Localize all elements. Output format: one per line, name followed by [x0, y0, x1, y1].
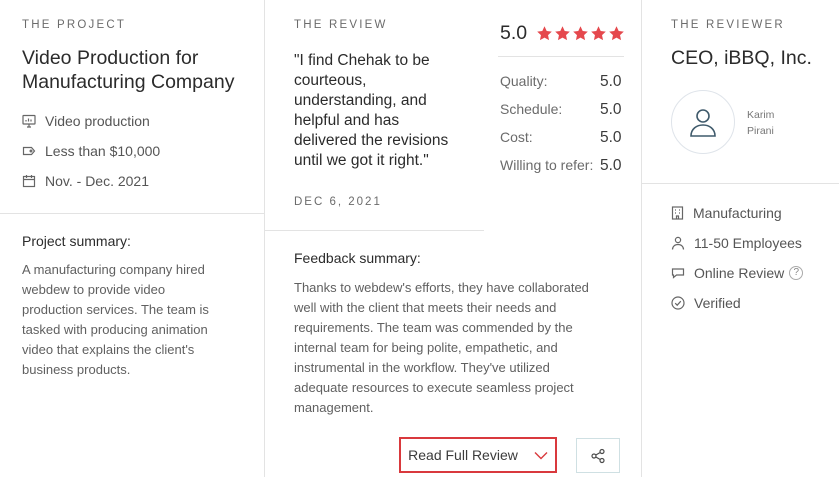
quote-line: helpful and has: [294, 112, 400, 129]
divider: [641, 0, 642, 477]
quote-line: "I find Chehak to be: [294, 52, 430, 69]
person-icon: [671, 236, 685, 250]
summary-line: video that explains the client's: [22, 342, 195, 357]
star-icon: [555, 26, 570, 41]
project-summary: A manufacturing company hired webdew to …: [22, 260, 257, 380]
reviewer-last-name: Pirani: [747, 125, 774, 137]
project-budget: Less than $10,000: [22, 143, 160, 159]
share-button[interactable]: [576, 438, 620, 473]
feedback-line: adequate resources to execute seamless p…: [294, 380, 574, 395]
score-value-cost: 5.0: [600, 129, 622, 146]
calendar-icon: [22, 175, 36, 188]
service-text: Video production: [45, 113, 150, 129]
avatar: [671, 90, 735, 154]
star-icon: [537, 26, 552, 41]
project-service: Video production: [22, 113, 150, 129]
project-summary-label: Project summary:: [22, 233, 131, 249]
score-value-schedule: 5.0: [600, 101, 622, 118]
quote-line: understanding, and: [294, 92, 427, 109]
reviewer-eyebrow: THE REVIEWER: [671, 19, 785, 31]
read-full-review-button[interactable]: Read Full Review: [399, 437, 557, 473]
score-label-quality: Quality:: [500, 73, 548, 89]
star-rating: [536, 25, 625, 42]
read-full-review-label: Read Full Review: [408, 447, 518, 463]
summary-line: tasked with producing animation: [22, 322, 208, 337]
feedback-summary: Thanks to webdew's efforts, they have co…: [294, 278, 634, 418]
monitor-icon: [22, 114, 36, 128]
project-title-line: Video Production for: [22, 47, 199, 69]
help-icon[interactable]: ?: [789, 266, 804, 280]
summary-line: A manufacturing company hired: [22, 262, 205, 277]
score-label-refer: Willing to refer:: [500, 157, 594, 173]
score-value-quality: 5.0: [600, 73, 622, 90]
reviewer-verified: Verified: [671, 295, 741, 311]
divider: [498, 56, 624, 57]
review-eyebrow: THE REVIEW: [294, 19, 388, 31]
feedback-line: internal team for being polite, empathet…: [294, 340, 558, 355]
employees-text: 11-50 Employees: [694, 235, 802, 251]
feedback-line: Thanks to webdew's efforts, they have co…: [294, 280, 589, 295]
star-icon: [609, 26, 624, 41]
chat-bubble-icon: [671, 268, 685, 279]
reviewer-review-type: Online Review ?: [671, 265, 804, 281]
reviewer-industry: Manufacturing: [671, 205, 782, 221]
project-title-line: Manufacturing Company: [22, 71, 235, 93]
share-icon: [591, 448, 605, 463]
divider: [641, 183, 839, 184]
industry-text: Manufacturing: [693, 205, 782, 221]
dates-text: Nov. - Dec. 2021: [45, 173, 150, 189]
star-icon: [591, 26, 606, 41]
score-label-schedule: Schedule:: [500, 101, 563, 117]
divider: [264, 230, 484, 231]
review-date: DEC 6, 2021: [294, 196, 382, 208]
project-eyebrow: THE PROJECT: [22, 19, 127, 31]
feedback-line: instrumental in the workflow. They've ut…: [294, 360, 550, 375]
price-tag-icon: [22, 146, 36, 156]
score-label-cost: Cost:: [500, 129, 533, 145]
overall-score: 5.0: [500, 22, 528, 44]
reviewer-title: CEO, iBBQ, Inc.: [671, 47, 812, 69]
project-title: Video Production for Manufacturing Compa…: [22, 46, 234, 94]
quote-line: courteous,: [294, 72, 367, 89]
reviewer-name: Karim Pirani: [747, 107, 774, 139]
review-type-text: Online Review: [694, 265, 785, 281]
verified-text: Verified: [694, 295, 741, 311]
building-icon: [671, 206, 684, 220]
quote-line: until we got it right.": [294, 152, 429, 169]
summary-line: webdew to provide video: [22, 282, 166, 297]
reviewer-first-name: Karim: [747, 109, 775, 121]
check-circle-icon: [671, 296, 685, 310]
reviewer-employees: 11-50 Employees: [671, 235, 802, 251]
divider: [0, 213, 264, 214]
score-value-refer: 5.0: [600, 157, 622, 174]
project-dates: Nov. - Dec. 2021: [22, 173, 149, 189]
summary-line: production services. The team is: [22, 302, 209, 317]
feedback-line: requirements. The team was commended by …: [294, 320, 573, 335]
feedback-line: management.: [294, 400, 374, 415]
review-quote: "I find Chehak to be courteous, understa…: [294, 51, 484, 171]
summary-line: business products.: [22, 362, 131, 377]
divider: [264, 0, 265, 477]
budget-text: Less than $10,000: [45, 143, 161, 159]
chevron-down-icon: [534, 451, 548, 459]
user-icon: [690, 109, 716, 137]
quote-line: delivered the revisions: [294, 132, 449, 149]
feedback-summary-label: Feedback summary:: [294, 250, 421, 266]
feedback-line: well with the client that meets their ne…: [294, 300, 557, 315]
star-icon: [573, 26, 588, 41]
